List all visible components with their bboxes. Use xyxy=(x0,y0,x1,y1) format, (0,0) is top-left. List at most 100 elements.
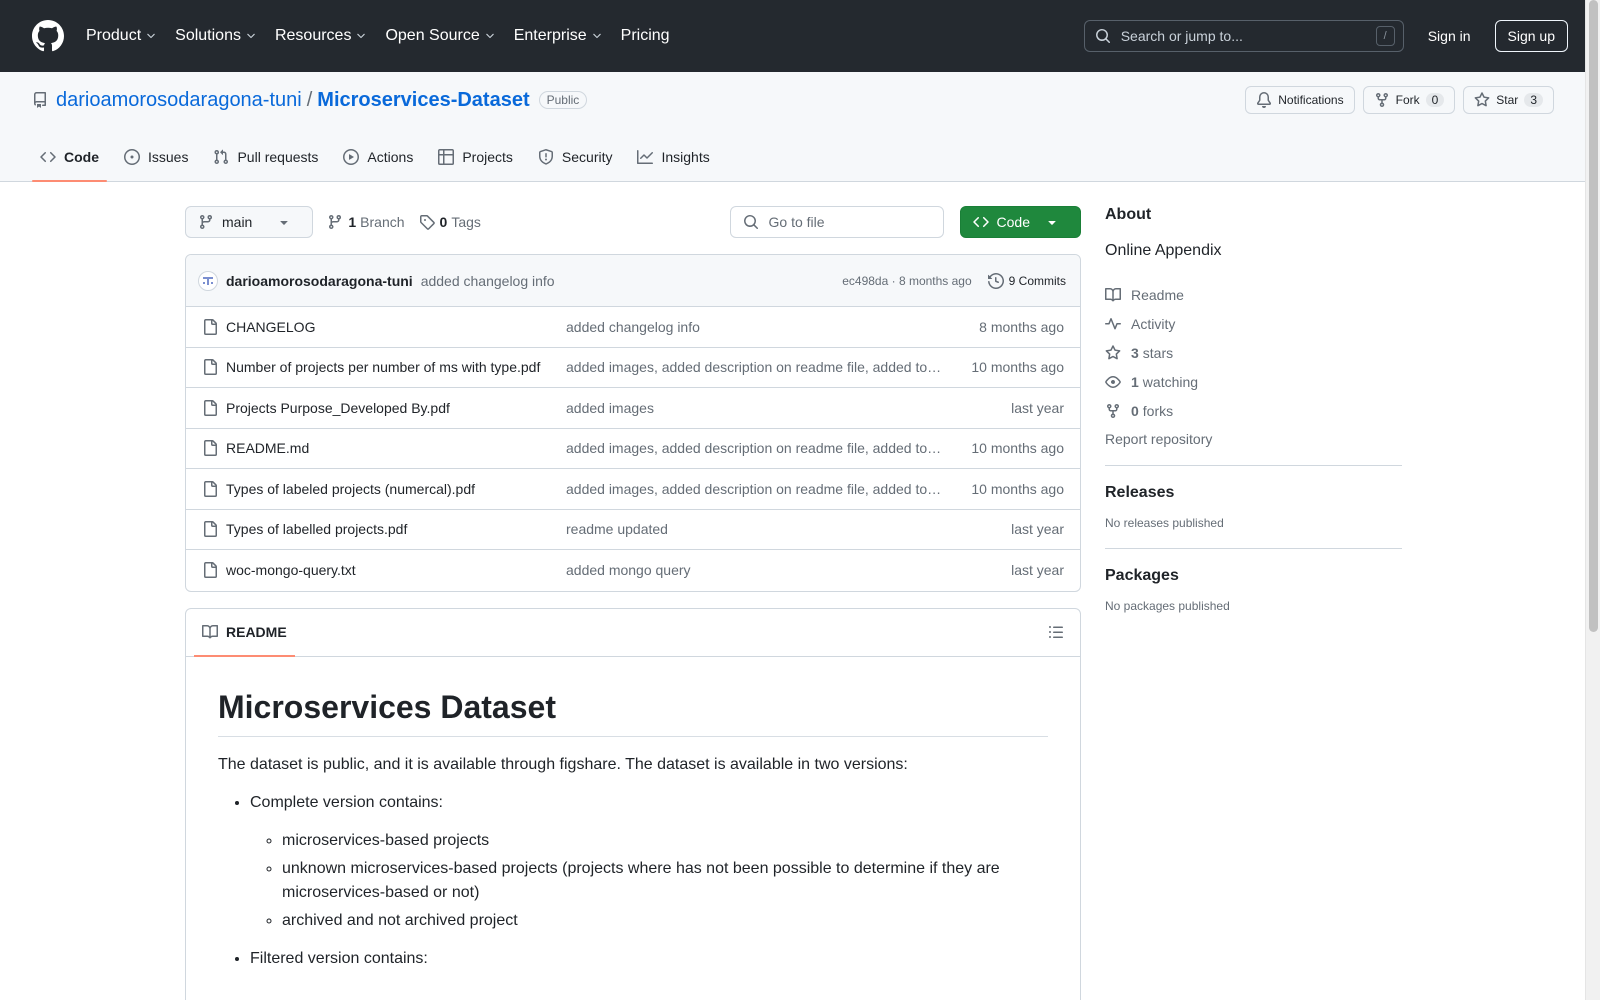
file-icon xyxy=(202,399,218,416)
list-unordered-icon[interactable] xyxy=(1048,624,1064,640)
readme-header: README xyxy=(186,609,1080,657)
packages-heading[interactable]: Packages xyxy=(1105,567,1402,585)
branches-link[interactable]: 1 Branch xyxy=(327,214,405,230)
main-content: main 1 Branch 0 Tags Go to file Code dar… xyxy=(185,206,1081,1000)
file-name-link[interactable]: CHANGELOG xyxy=(226,319,551,335)
file-name-link[interactable]: Number of projects per number of ms with… xyxy=(226,359,551,375)
tag-label: Tags xyxy=(451,214,481,230)
stars-link[interactable]: 3 stars xyxy=(1105,338,1402,367)
chevron-down-icon xyxy=(245,30,257,42)
repo-title: darioamorosodaragona-tuni / Microservice… xyxy=(32,88,588,112)
file-commit-message-link[interactable]: added images xyxy=(566,400,946,416)
readme-link[interactable]: Readme xyxy=(1105,280,1402,309)
nav-enterprise[interactable]: Enterprise xyxy=(514,27,603,45)
branch-name: main xyxy=(222,214,253,230)
repo-owner-link[interactable]: darioamorosodaragona-tuni xyxy=(56,89,302,112)
table-row[interactable]: Number of projects per number of ms with… xyxy=(186,348,1080,388)
file-icon xyxy=(202,562,218,579)
readme-intro: The dataset is public, and it is availab… xyxy=(218,755,908,773)
sign-up-button[interactable]: Sign up xyxy=(1494,20,1568,52)
bell-icon xyxy=(1256,92,1278,108)
chevron-down-icon xyxy=(484,30,496,42)
file-toolbar: main 1 Branch 0 Tags Go to file Code xyxy=(185,206,1081,238)
repo-header: darioamorosodaragona-tuni / Microservice… xyxy=(0,72,1600,182)
tags-link[interactable]: 0 Tags xyxy=(419,214,481,230)
go-to-file-placeholder: Go to file xyxy=(768,214,825,230)
notifications-button[interactable]: Notifications xyxy=(1245,86,1355,114)
sign-in-link[interactable]: Sign in xyxy=(1428,28,1471,44)
nav-pricing[interactable]: Pricing xyxy=(621,27,670,45)
git-branch-icon xyxy=(198,214,222,230)
forks-link[interactable]: 0 forks xyxy=(1105,396,1402,425)
tab-actions[interactable]: Actions xyxy=(335,133,421,181)
table-row[interactable]: README.md added images, added description… xyxy=(186,429,1080,469)
fork-button[interactable]: Fork 0 xyxy=(1362,86,1456,114)
table-row[interactable]: Types of labelled projects.pdf readme upd… xyxy=(186,510,1080,550)
repo-icon xyxy=(32,92,48,108)
code-dropdown-button[interactable]: Code xyxy=(959,206,1081,238)
branch-select-button[interactable]: main xyxy=(185,206,314,238)
complete-version-label: Complete version contains: xyxy=(250,793,443,811)
readme-tab[interactable]: README xyxy=(194,609,295,657)
activity-link[interactable]: Activity xyxy=(1105,309,1402,338)
file-rows: CHANGELOG added changelog info 8 months ag… xyxy=(186,307,1080,591)
avatar[interactable] xyxy=(198,270,218,291)
file-name-link[interactable]: README.md xyxy=(226,440,551,456)
file-list: darioamorosodaragona-tuni added changelo… xyxy=(185,254,1081,592)
table-row[interactable]: CHANGELOG added changelog info 8 months ag… xyxy=(186,307,1080,348)
star-count: 3 xyxy=(1524,93,1543,107)
watching-link[interactable]: 1 watching xyxy=(1105,367,1402,396)
git-pull-request-icon xyxy=(213,149,237,165)
scrollbar-thumb[interactable] xyxy=(1589,0,1598,632)
file-commit-message-link[interactable]: added changelog info xyxy=(566,319,946,335)
star-button[interactable]: Star 3 xyxy=(1463,86,1554,114)
table-row[interactable]: Types of labeled projects (numercal).pdf… xyxy=(186,469,1080,510)
tab-code[interactable]: Code xyxy=(32,133,107,182)
file-name-link[interactable]: Projects Purpose_Developed By.pdf xyxy=(226,400,551,416)
file-name-link[interactable]: Types of labelled projects.pdf xyxy=(226,521,551,537)
tab-security[interactable]: Security xyxy=(530,133,621,181)
file-commit-time: 10 months ago xyxy=(971,480,1064,497)
nav-solutions[interactable]: Solutions xyxy=(175,27,257,45)
repo-separator: / xyxy=(306,88,313,111)
report-repository-link[interactable]: Report repository xyxy=(1105,431,1402,447)
nav-product[interactable]: Product xyxy=(86,27,157,45)
page-scrollbar[interactable] xyxy=(1585,0,1600,1000)
file-commit-message-link[interactable]: added images, added description on readm… xyxy=(566,440,946,456)
commit-hash-time[interactable]: ec498da · 8 months ago xyxy=(842,274,971,288)
book-icon xyxy=(1105,287,1131,303)
packages-text: No packages published xyxy=(1105,599,1230,613)
github-logo-icon[interactable] xyxy=(32,20,64,52)
tab-pull-requests[interactable]: Pull requests xyxy=(205,133,326,181)
nav-resources[interactable]: Resources xyxy=(275,27,367,45)
file-commit-message-link[interactable]: added mongo query xyxy=(566,562,946,578)
file-commit-message-link[interactable]: readme updated xyxy=(566,521,946,537)
file-name-link[interactable]: Types of labeled projects (numercal).pdf xyxy=(226,481,551,497)
repo-tabs: Code Issues Pull requests Actions Projec… xyxy=(32,133,727,182)
repo-name-link[interactable]: Microservices-Dataset xyxy=(317,89,529,112)
global-search[interactable]: Search or jump to... / xyxy=(1083,20,1404,52)
history-icon xyxy=(987,272,1009,289)
releases-heading[interactable]: Releases xyxy=(1105,484,1402,502)
file-commit-message-link[interactable]: added images, added description on readm… xyxy=(566,359,946,375)
tab-insights[interactable]: Insights xyxy=(629,133,717,181)
commits-history-link[interactable]: 9 Commits xyxy=(987,272,1066,289)
tab-projects[interactable]: Projects xyxy=(430,133,521,181)
fork-label: Fork xyxy=(1395,93,1420,107)
tab-issues[interactable]: Issues xyxy=(116,133,196,181)
table-row[interactable]: woc-mongo-query.txt added mongo query last… xyxy=(186,550,1080,591)
list-item: unknown microservices-based projects (pr… xyxy=(282,857,1048,905)
complete-version-items: microservices-based projects unknown mic… xyxy=(250,829,1048,933)
about-heading: About xyxy=(1105,206,1152,223)
table-icon xyxy=(438,149,462,165)
commit-author-link[interactable]: darioamorosodaragona-tuni xyxy=(226,273,413,289)
nav-open-source[interactable]: Open Source xyxy=(385,27,495,45)
book-icon xyxy=(202,624,226,640)
tag-icon xyxy=(419,214,440,230)
go-to-file-input[interactable]: Go to file xyxy=(729,206,944,238)
commit-message-link[interactable]: added changelog info xyxy=(421,273,555,289)
star-icon xyxy=(1105,344,1131,361)
table-row[interactable]: Projects Purpose_Developed By.pdf added i… xyxy=(186,388,1080,429)
file-commit-message-link[interactable]: added images, added description on readm… xyxy=(566,481,946,497)
file-name-link[interactable]: woc-mongo-query.txt xyxy=(226,562,551,578)
